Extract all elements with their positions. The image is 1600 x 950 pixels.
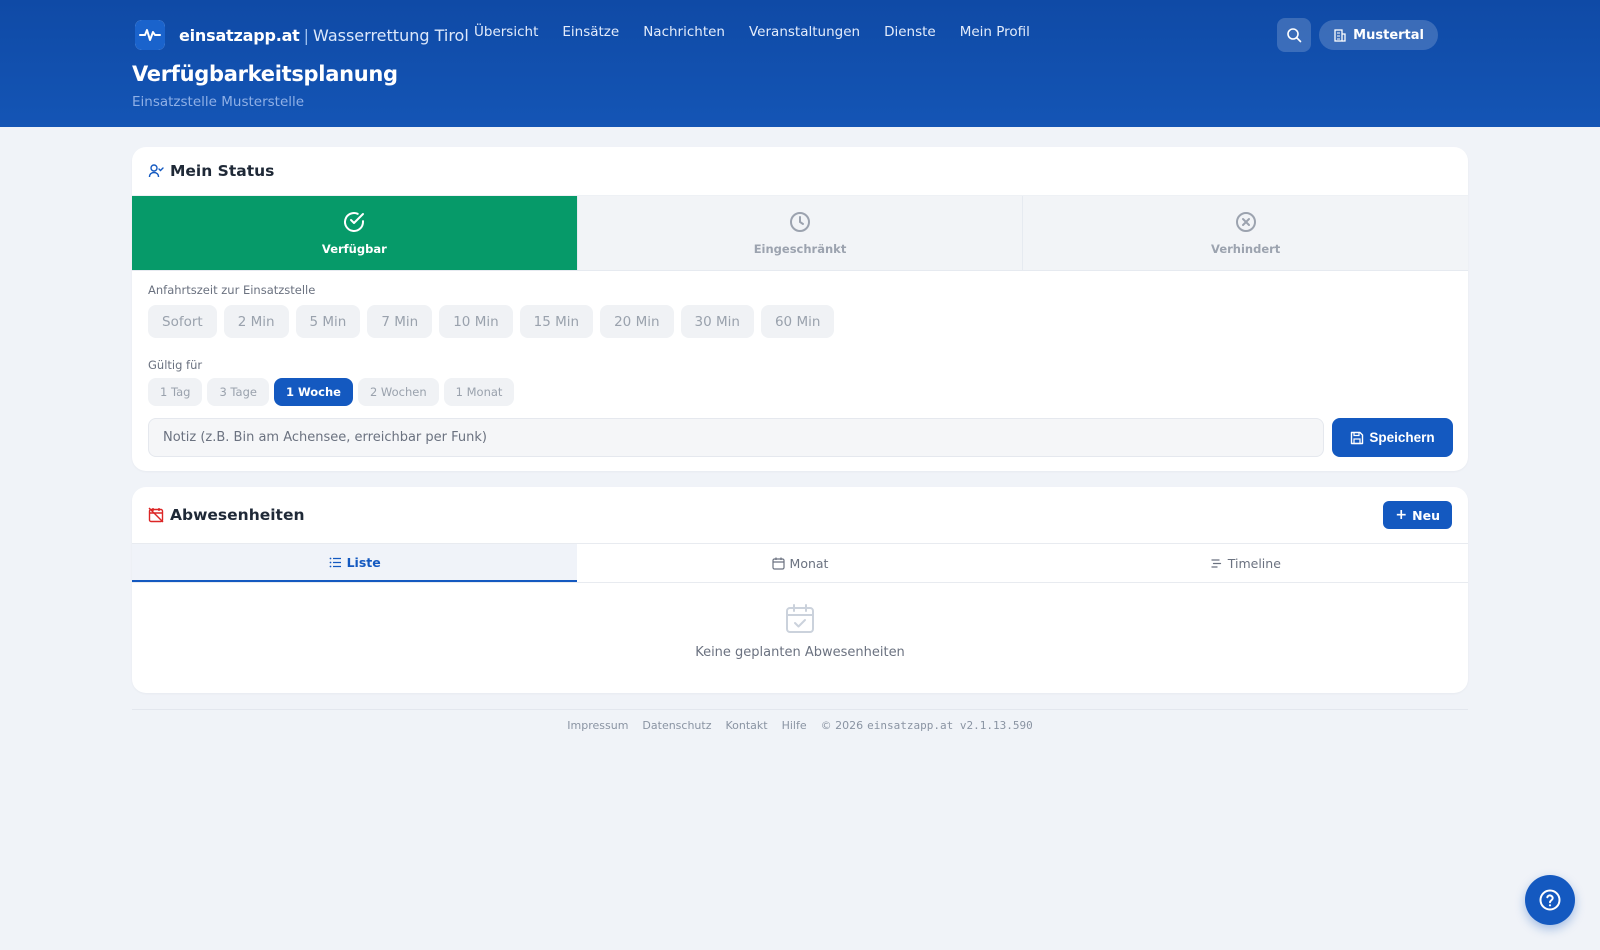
nav-item-uebersicht[interactable]: Übersicht bbox=[474, 24, 538, 40]
calendar-off-icon bbox=[148, 507, 164, 523]
valid-chip-3-tage[interactable]: 3 Tage bbox=[207, 378, 269, 406]
absence-view-tabs: Liste Monat Timeline bbox=[132, 543, 1468, 583]
list-icon bbox=[329, 557, 341, 567]
nav-item-einsaetze[interactable]: Einsätze bbox=[562, 24, 619, 40]
status-card-title: Mein Status bbox=[170, 162, 275, 180]
footer-version: einsatzapp.at v2.1.13.590 bbox=[867, 719, 1033, 732]
valid-for-label: Gültig für bbox=[148, 358, 203, 372]
brand[interactable]: einsatzapp.at | Wasserrettung Tirol bbox=[135, 20, 469, 50]
status-option-verhindert[interactable]: Verhindert bbox=[1022, 196, 1468, 270]
travel-chip-60-min[interactable]: 60 Min bbox=[760, 305, 835, 338]
timeline-icon bbox=[1211, 558, 1221, 568]
status-option-label: Verhindert bbox=[1211, 242, 1281, 256]
footer-link-datenschutz[interactable]: Datenschutz bbox=[642, 719, 711, 732]
footer-link-hilfe[interactable]: Hilfe bbox=[782, 719, 807, 732]
travel-chip-15-min[interactable]: 15 Min bbox=[519, 305, 594, 338]
calendar-icon bbox=[771, 557, 785, 570]
search-button[interactable] bbox=[1277, 18, 1312, 52]
note-input[interactable] bbox=[148, 418, 1324, 457]
calendar-check-icon bbox=[786, 604, 814, 633]
valid-chip-1-monat[interactable]: 1 Monat bbox=[443, 378, 515, 406]
status-card-header: Mein Status bbox=[132, 147, 1468, 196]
new-absence-button[interactable]: + Neu bbox=[1383, 501, 1452, 529]
valid-chip-1-woche[interactable]: 1 Woche bbox=[273, 378, 353, 406]
status-options: Verfügbar Eingeschränkt Verhindert bbox=[132, 196, 1468, 271]
save-button[interactable]: Speichern bbox=[1332, 418, 1453, 457]
page-title: Verfügbarkeitsplanung bbox=[132, 62, 398, 86]
travel-chip-20-min[interactable]: 20 Min bbox=[600, 305, 674, 338]
brand-name: einsatzapp.at bbox=[179, 25, 300, 45]
header-actions: Mustertal bbox=[1277, 18, 1438, 52]
footer-divider bbox=[132, 709, 1468, 710]
tab-label: Monat bbox=[789, 555, 829, 571]
tab-label: Timeline bbox=[1227, 555, 1281, 571]
valid-chip-2-wochen[interactable]: 2 Wochen bbox=[357, 378, 439, 406]
main-nav: Übersicht Einsätze Nachrichten Veranstal… bbox=[474, 24, 1054, 40]
app-header: einsatzapp.at | Wasserrettung Tirol Über… bbox=[0, 0, 1600, 127]
brand-separator: | bbox=[303, 25, 310, 45]
tab-label: Liste bbox=[346, 554, 381, 570]
tab-liste[interactable]: Liste bbox=[132, 544, 578, 582]
status-card: Mein Status Verfügbar Eingeschränkt Verh… bbox=[132, 147, 1468, 471]
search-icon bbox=[1287, 28, 1302, 43]
nav-item-mein-profil[interactable]: Mein Profil bbox=[960, 24, 1030, 40]
new-absence-label: Neu bbox=[1412, 507, 1440, 523]
tab-monat[interactable]: Monat bbox=[577, 544, 1022, 582]
organization-switch-button[interactable]: Mustertal bbox=[1319, 20, 1438, 50]
footer-link-impressum[interactable]: Impressum bbox=[567, 719, 628, 732]
nav-item-veranstaltungen[interactable]: Veranstaltungen bbox=[749, 24, 860, 40]
footer: Impressum Datenschutz Kontakt Hilfe © 20… bbox=[0, 719, 1600, 732]
travel-chip-10-min[interactable]: 10 Min bbox=[439, 305, 513, 338]
plus-icon: + bbox=[1395, 507, 1408, 523]
question-circle-icon bbox=[1539, 889, 1561, 911]
user-check-icon bbox=[148, 164, 164, 178]
empty-state: Keine geplanten Abwesenheiten bbox=[132, 603, 1468, 660]
valid-chip-1-tag[interactable]: 1 Tag bbox=[148, 378, 203, 406]
pulse-logo-icon bbox=[135, 20, 165, 50]
empty-state-text: Keine geplanten Abwesenheiten bbox=[695, 645, 905, 660]
building-icon bbox=[1334, 29, 1346, 42]
help-button[interactable] bbox=[1525, 875, 1575, 925]
footer-link-kontakt[interactable]: Kontakt bbox=[726, 719, 768, 732]
clock-icon bbox=[790, 212, 810, 232]
absences-card-header: Abwesenheiten bbox=[132, 487, 1468, 543]
nav-item-dienste[interactable]: Dienste bbox=[884, 24, 936, 40]
absences-card-title: Abwesenheiten bbox=[170, 506, 305, 524]
status-option-verfuegbar[interactable]: Verfügbar bbox=[132, 196, 577, 270]
organization-name: Mustertal bbox=[1353, 27, 1424, 43]
x-circle-icon bbox=[1235, 212, 1256, 232]
status-option-eingeschraenkt[interactable]: Eingeschränkt bbox=[576, 196, 1023, 270]
tab-timeline[interactable]: Timeline bbox=[1023, 544, 1468, 582]
travel-chip-30-min[interactable]: 30 Min bbox=[680, 305, 754, 338]
save-button-label: Speichern bbox=[1369, 430, 1435, 445]
nav-item-nachrichten[interactable]: Nachrichten bbox=[643, 24, 725, 40]
check-circle-icon bbox=[344, 212, 365, 232]
status-option-label: Verfügbar bbox=[321, 242, 387, 256]
footer-copyright: © 2026 bbox=[820, 719, 864, 732]
travel-chip-7-min[interactable]: 7 Min bbox=[367, 305, 433, 338]
travel-chip-sofort[interactable]: Sofort bbox=[148, 305, 217, 338]
valid-for-options: 1 Tag 3 Tage 1 Woche 2 Wochen 1 Monat bbox=[148, 378, 519, 406]
status-option-label: Eingeschränkt bbox=[753, 242, 847, 256]
travel-time-label: Anfahrtszeit zur Einsatzstelle bbox=[148, 283, 316, 297]
travel-time-options: Sofort 2 Min 5 Min 7 Min 10 Min 15 Min 2… bbox=[148, 305, 841, 338]
brand-organization: Wasserrettung Tirol bbox=[313, 25, 469, 45]
travel-chip-2-min[interactable]: 2 Min bbox=[223, 305, 289, 338]
page-subtitle: Einsatzstelle Musterstelle bbox=[132, 94, 305, 110]
travel-chip-5-min[interactable]: 5 Min bbox=[295, 305, 361, 338]
absences-card: Abwesenheiten + Neu Liste Monat Timeline… bbox=[132, 487, 1468, 693]
floppy-disk-icon bbox=[1351, 431, 1364, 444]
